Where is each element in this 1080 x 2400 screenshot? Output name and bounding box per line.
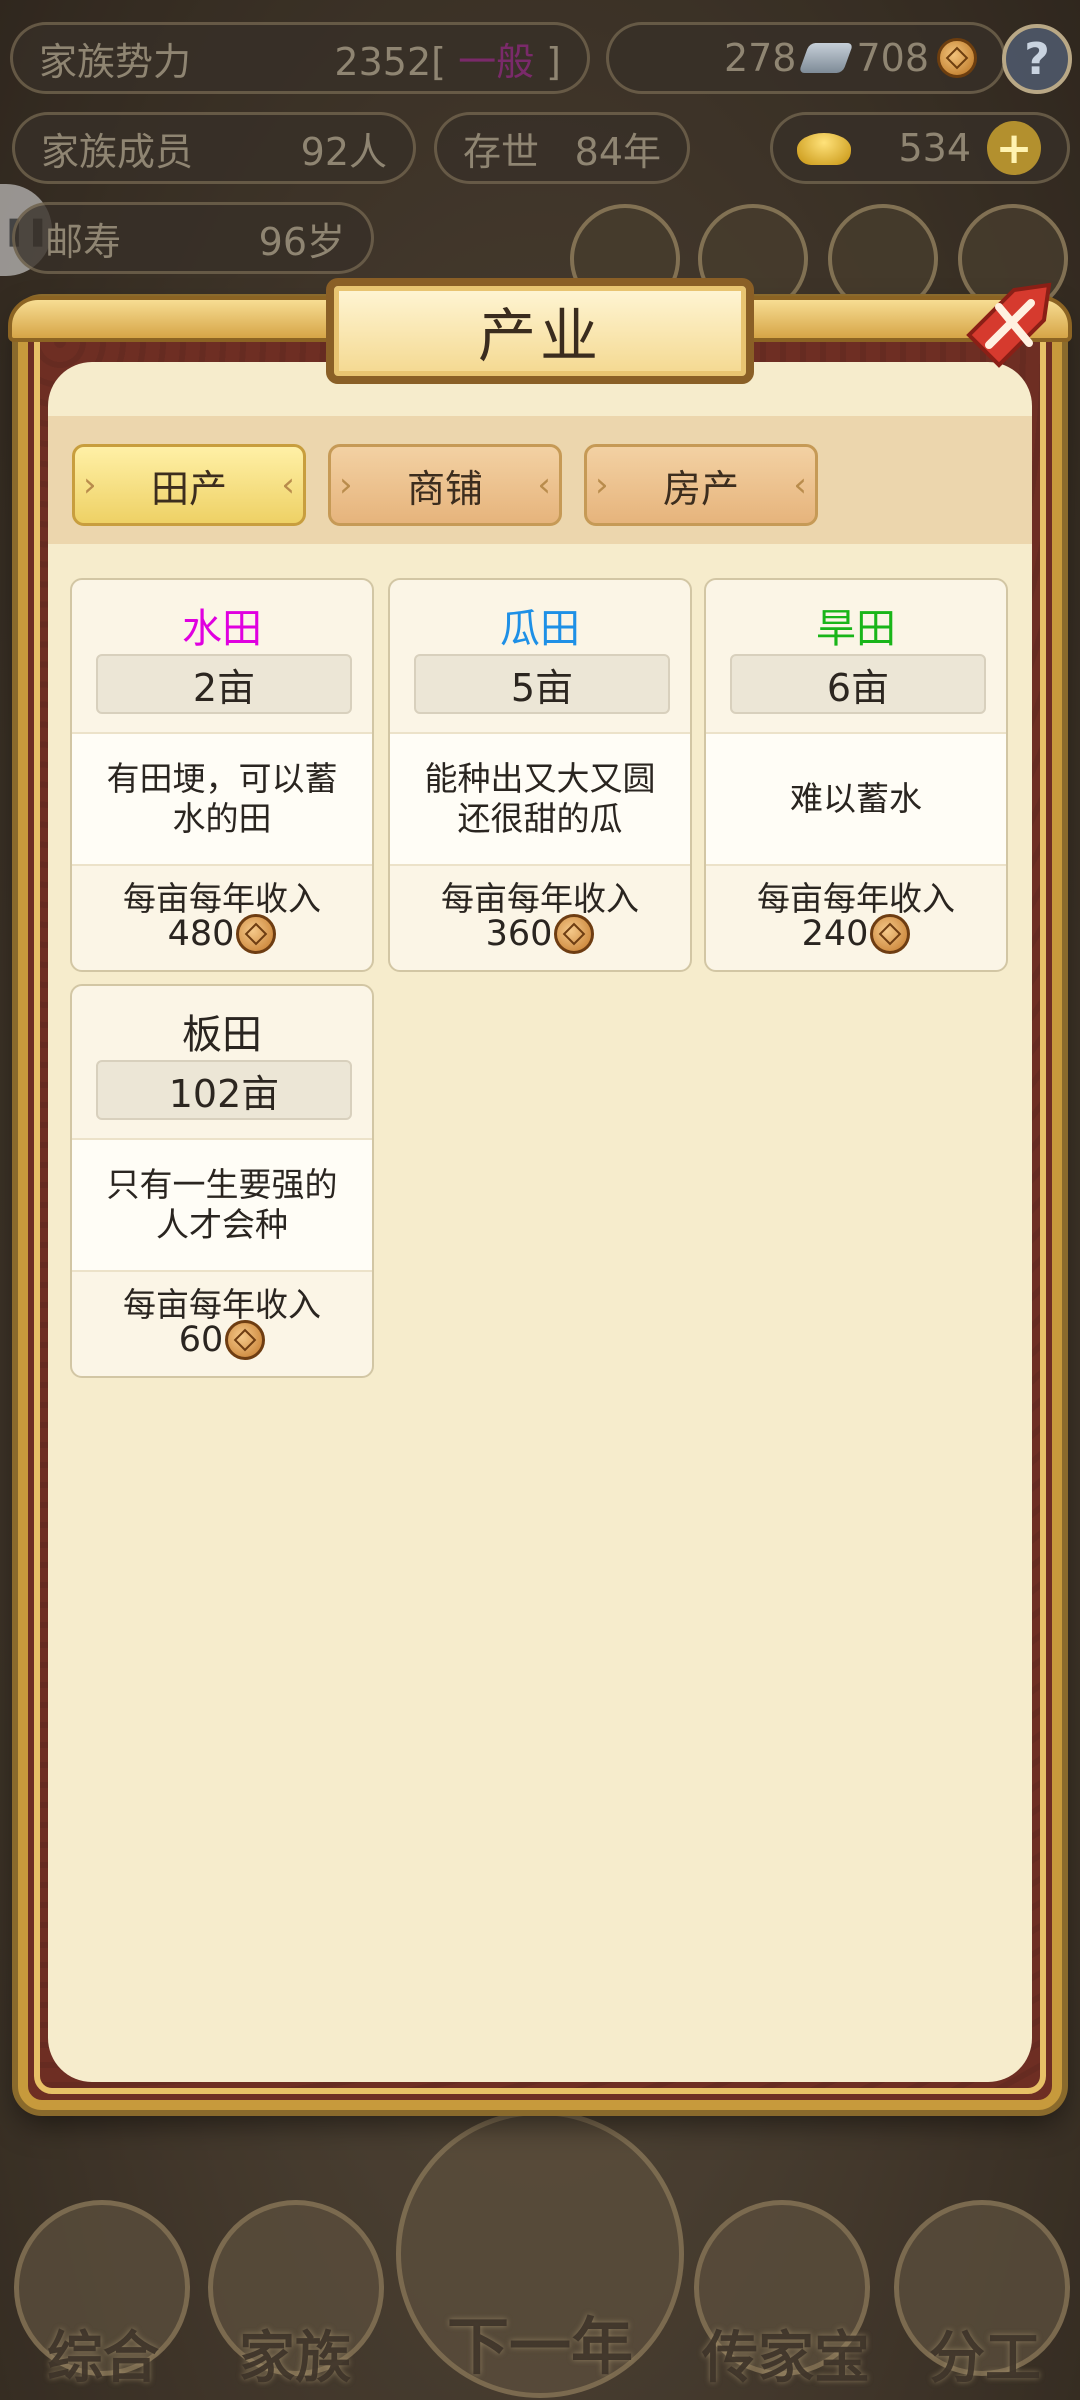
nav-division[interactable]: 分工 <box>920 2313 1050 2394</box>
family-members-value: 92人 <box>300 129 387 174</box>
card-income-value: 240 <box>801 914 869 954</box>
category-tab-bar: 田产 商铺 房产 <box>48 416 1032 544</box>
family-members-stat: 家族成员 92人 <box>12 112 416 184</box>
card-income-label: 每亩每年收入 <box>123 879 321 918</box>
lifespan-value: 96岁 <box>258 219 345 264</box>
copper-coin-icon <box>225 1320 266 1360</box>
lifespan-stat: 邮寿 96岁 <box>12 202 374 274</box>
bracket-close: ] <box>546 39 561 84</box>
alive-years-value: 84年 <box>574 129 661 174</box>
tab-farmland-label: 田产 <box>150 466 227 511</box>
gold-ingot-icon <box>797 133 851 165</box>
nav-general[interactable]: 综合 <box>38 2313 168 2394</box>
card-income-label: 每亩每年收入 <box>441 879 639 918</box>
card-income: 480 <box>72 914 372 954</box>
card-income: 360 <box>390 914 690 954</box>
gold-value: 534 <box>898 126 971 170</box>
card-description: 只有一生要强的人才会种 <box>72 1138 372 1272</box>
card-area: 102亩 <box>96 1060 352 1120</box>
modal-title: 产业 <box>326 278 754 384</box>
card-income-value: 60 <box>178 1320 224 1360</box>
nav-next-year[interactable]: 下一年 <box>430 2296 650 2386</box>
tab-farmland[interactable]: 田产 <box>72 444 306 526</box>
card-income-label: 每亩每年收入 <box>757 879 955 918</box>
family-power-rank: 一般 <box>458 39 535 84</box>
modal-title-text: 产业 <box>477 302 602 370</box>
farmland-card[interactable]: 旱田 6亩 难以蓄水 每亩每年收入 240 <box>704 578 1008 972</box>
card-income-value: 480 <box>167 914 235 954</box>
tab-houses-label: 房产 <box>662 466 739 511</box>
card-description: 能种出又大又圆还很甜的瓜 <box>390 732 690 866</box>
farmland-card[interactable]: 水田 2亩 有田埂，可以蓄水的田 每亩每年收入 480 <box>70 578 374 972</box>
add-gold-button[interactable]: + <box>987 121 1041 175</box>
card-name: 水田 <box>182 606 262 652</box>
alive-years-stat: 存世 84年 <box>434 112 690 184</box>
card-income-value: 360 <box>485 914 553 954</box>
silver-value: 278 <box>723 36 797 80</box>
nav-heirloom[interactable]: 传家宝 <box>696 2313 876 2394</box>
copper-coin-icon <box>870 914 911 954</box>
family-power-stat: 家族势力 2352[ 一般 ] <box>10 22 590 94</box>
tab-shops[interactable]: 商铺 <box>328 444 562 526</box>
card-income: 60 <box>72 1320 372 1360</box>
close-icon <box>966 282 1052 368</box>
plus-icon: + <box>995 122 1033 174</box>
card-income: 240 <box>706 914 1006 954</box>
card-area: 6亩 <box>730 654 986 714</box>
lifespan-label: 邮寿 <box>45 219 122 264</box>
bracket-open: [ <box>431 39 446 84</box>
farmland-card[interactable]: 板田 102亩 只有一生要强的人才会种 每亩每年收入 60 <box>70 984 374 1378</box>
copper-value: 708 <box>856 36 929 80</box>
help-button[interactable]: ? <box>1002 24 1072 94</box>
tab-houses[interactable]: 房产 <box>584 444 818 526</box>
card-area: 2亩 <box>96 654 352 714</box>
alive-years-label: 存世 <box>463 129 540 174</box>
title-wing-left <box>8 296 338 342</box>
tab-shops-label: 商铺 <box>406 466 483 511</box>
silver-ingot-icon <box>799 43 854 73</box>
card-name: 板田 <box>182 1012 262 1058</box>
help-icon: ? <box>1024 33 1050 85</box>
copper-coin-icon <box>236 914 277 954</box>
card-description: 有田埂，可以蓄水的田 <box>72 732 372 866</box>
card-name: 瓜田 <box>500 606 580 652</box>
family-power-label: 家族势力 <box>39 39 192 84</box>
copper-coin-icon <box>937 38 977 78</box>
card-income-label: 每亩每年收入 <box>123 1285 321 1324</box>
farmland-card[interactable]: 瓜田 5亩 能种出又大又圆还很甜的瓜 每亩每年收入 360 <box>388 578 692 972</box>
family-members-label: 家族成员 <box>41 129 194 174</box>
industry-modal-content: 田产 商铺 房产 水田 2亩 有田埂，可以蓄水的田 每亩每年收入 480 瓜田 … <box>48 362 1032 2082</box>
nav-family[interactable]: 家族 <box>230 2313 360 2394</box>
card-name: 旱田 <box>816 606 896 652</box>
family-power-value: 2352 <box>334 39 432 84</box>
currency-stat: 278 708 <box>606 22 1006 94</box>
copper-coin-icon <box>554 914 595 954</box>
close-button[interactable] <box>954 270 1064 380</box>
card-description: 难以蓄水 <box>706 732 1006 866</box>
card-area: 5亩 <box>414 654 670 714</box>
gold-stat: 534 + <box>770 112 1070 184</box>
